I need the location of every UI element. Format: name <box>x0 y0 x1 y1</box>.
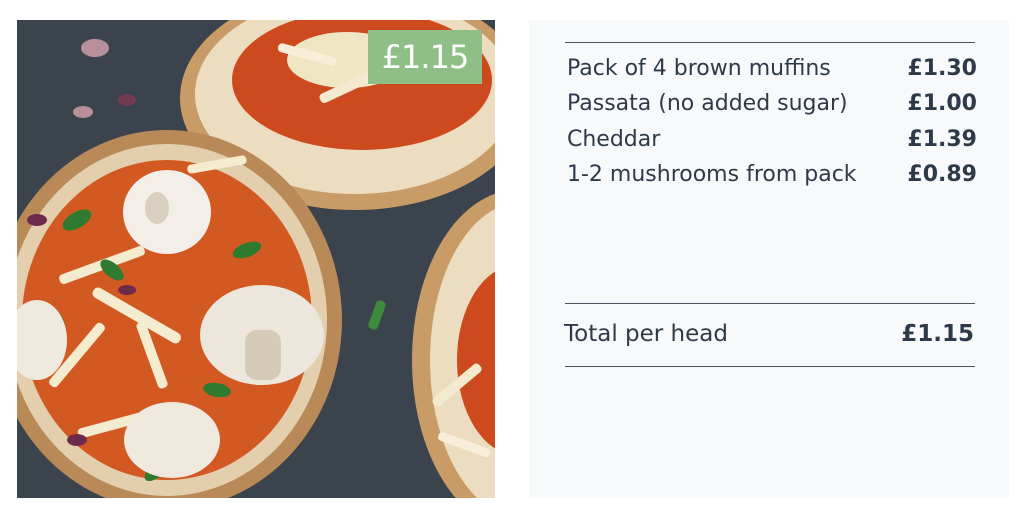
item-price: £1.00 <box>907 91 977 116</box>
divider-bottom <box>565 366 975 367</box>
price-badge: £1.15 <box>368 30 482 84</box>
muffin-pizza-illustration <box>17 20 495 498</box>
cost-breakdown-panel: Pack of 4 brown muffins £1.30 Passata (n… <box>529 20 1009 498</box>
total-price: £1.15 <box>901 321 974 347</box>
list-item: Pack of 4 brown muffins £1.30 <box>567 54 977 84</box>
item-price: £1.30 <box>907 56 977 81</box>
item-label: Pack of 4 brown muffins <box>567 56 831 81</box>
list-item: 1-2 mushrooms from pack £0.89 <box>567 160 977 190</box>
food-photo: £1.15 <box>17 20 495 498</box>
total-row: Total per head £1.15 <box>564 317 974 351</box>
item-label: Cheddar <box>567 127 661 152</box>
item-label: 1-2 mushrooms from pack <box>567 162 857 187</box>
list-item: Passata (no added sugar) £1.00 <box>567 89 977 119</box>
list-item: Cheddar £1.39 <box>567 125 977 155</box>
item-price: £0.89 <box>907 162 977 187</box>
divider-middle <box>565 303 975 304</box>
item-label: Passata (no added sugar) <box>567 91 848 116</box>
divider-top <box>565 42 975 43</box>
total-label: Total per head <box>564 321 728 347</box>
item-price: £1.39 <box>907 127 977 152</box>
